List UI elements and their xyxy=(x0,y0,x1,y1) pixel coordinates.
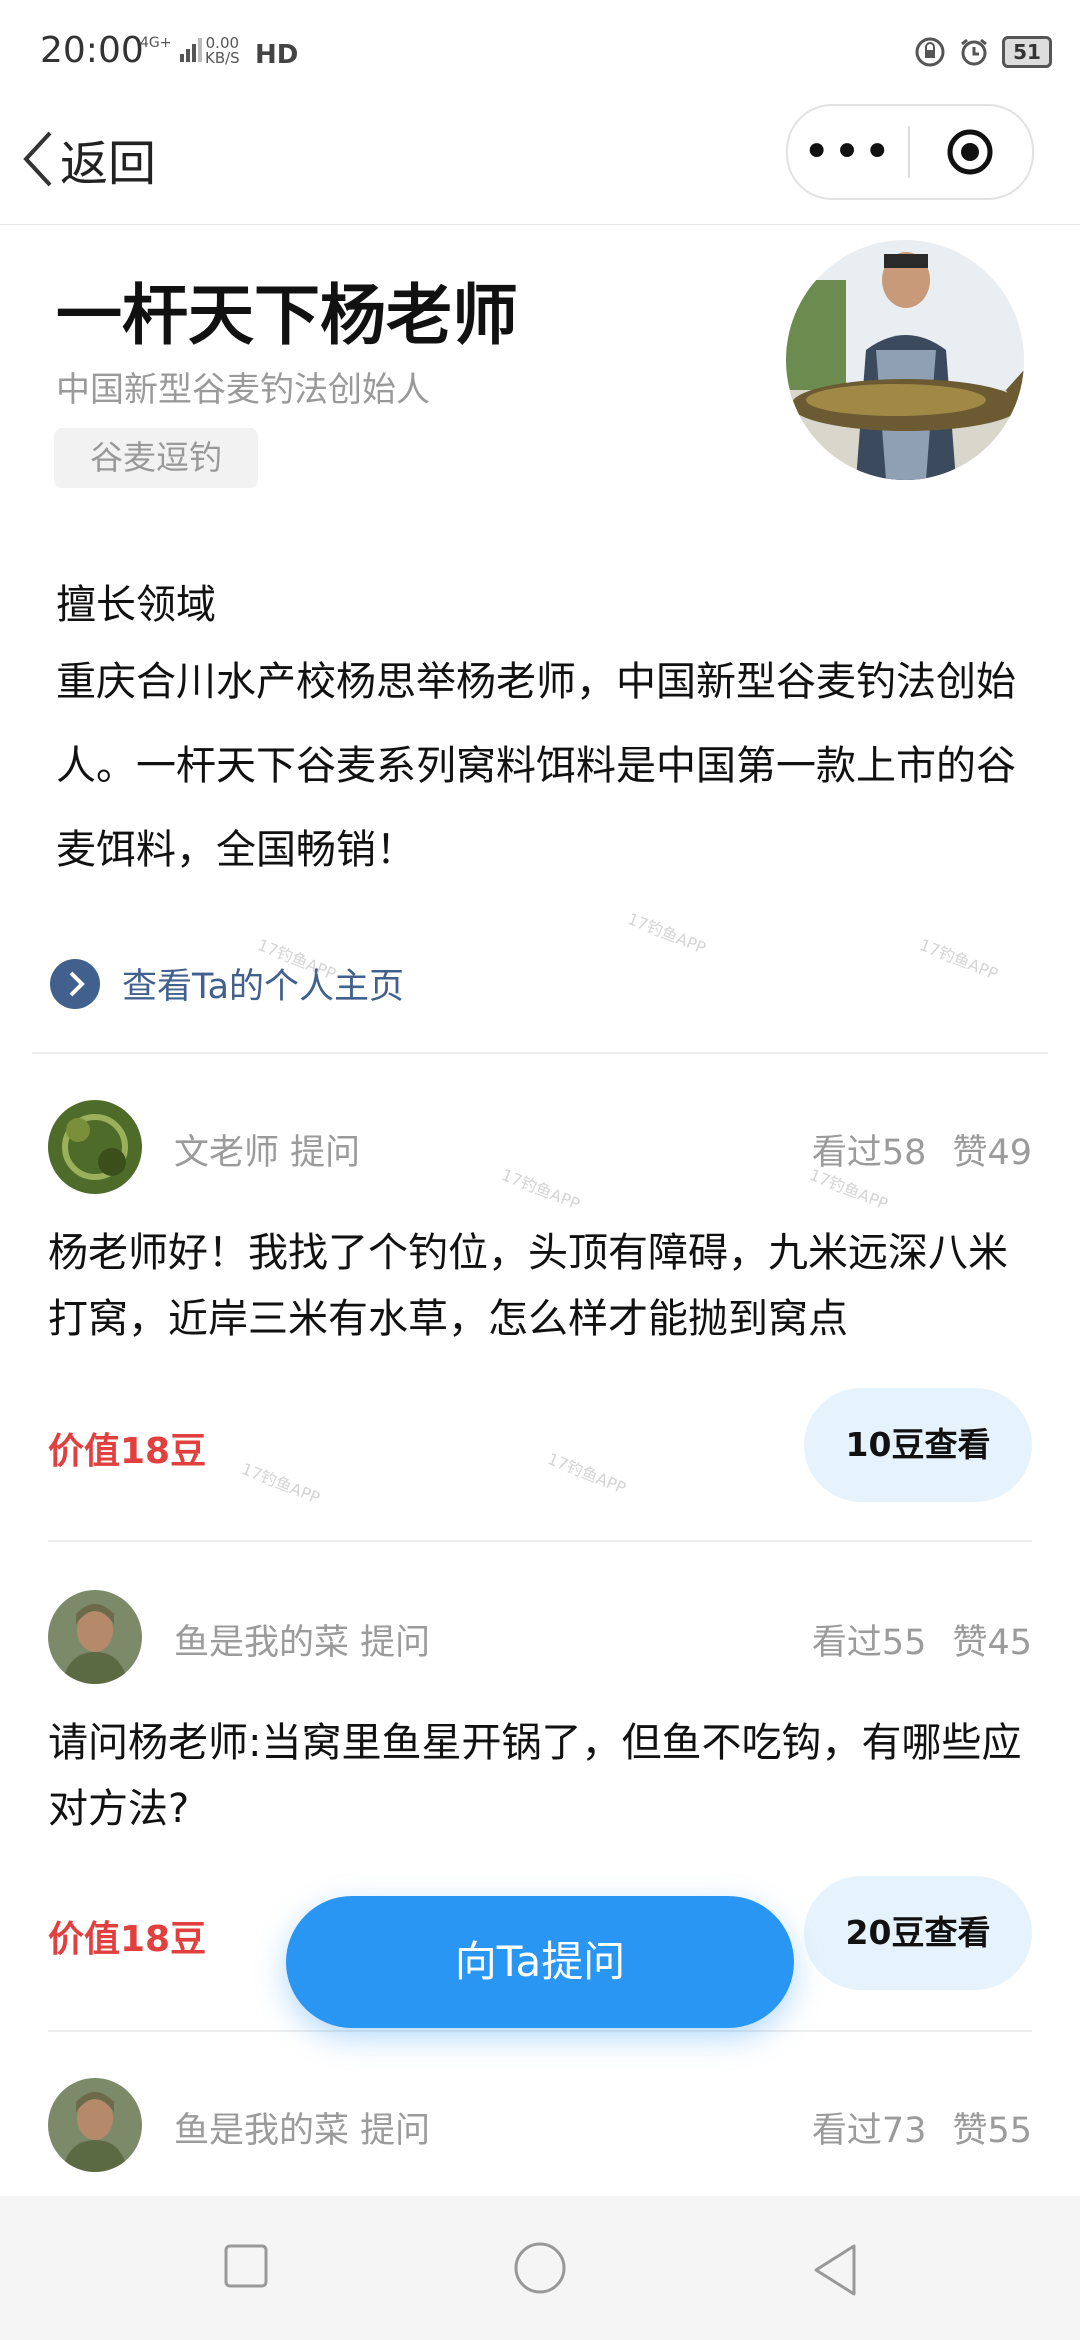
divider xyxy=(48,1540,1032,1542)
chevron-right-circle-icon xyxy=(50,958,100,1009)
lock-rotation-icon xyxy=(915,37,945,67)
signal-icon xyxy=(180,38,202,62)
alarm-icon xyxy=(961,38,987,66)
expertise-text: 重庆合川水产校杨思举杨老师，中国新型谷麦钓法创始人。一杆天下谷麦系列窝料饵料是中… xyxy=(56,659,1016,873)
back-button[interactable]: 返回 xyxy=(20,124,156,194)
asker-label: 鱼是我的菜 提问 xyxy=(174,2111,431,2151)
network-type: 4G+ xyxy=(140,35,172,51)
avatar[interactable] xyxy=(48,1100,142,1194)
expert-subtitle: 中国新型谷麦钓法创始人 xyxy=(56,370,430,410)
views-count: 看过73 xyxy=(811,2111,927,2151)
view-answer-button[interactable]: 10豆查看 xyxy=(804,1388,1032,1502)
question-text: 杨老师好！我找了个钓位，头顶有障碍，九米远深八米打窝，近岸三米有水草，怎么样才能… xyxy=(48,1230,1008,1342)
asker-label: 鱼是我的菜 提问 xyxy=(174,1623,431,1663)
expert-tag: 谷麦逗钓 xyxy=(54,428,258,488)
question-value: 价值18豆 xyxy=(48,1431,207,1472)
status-time: 20:00 xyxy=(40,30,144,71)
homepage-link[interactable]: 查看Ta的个人主页 xyxy=(50,958,404,1009)
network-speed: 0.00 KB/S xyxy=(205,36,240,66)
view-answer-button[interactable]: 20豆查看 xyxy=(804,1876,1032,1990)
expertise-heading: 擅长领域 xyxy=(56,582,216,628)
speed-unit: KB/S xyxy=(205,49,240,67)
asker-label: 文老师 提问 xyxy=(174,1133,361,1173)
views-count: 看过55 xyxy=(811,1623,927,1663)
question-value: 价值18豆 xyxy=(48,1919,207,1960)
more-dots-icon[interactable]: ••• xyxy=(788,122,908,182)
question-stats: 看过55 赞45 xyxy=(786,1614,1032,1665)
expert-name: 一杆天下杨老师 xyxy=(56,277,518,354)
divider xyxy=(48,2030,1032,2032)
watermark: 17钓鱼APP xyxy=(624,909,709,958)
nav-bar: 返回 ••• xyxy=(0,104,1080,225)
home-icon[interactable] xyxy=(512,2242,568,2298)
hd-indicator: HD xyxy=(255,40,299,70)
question-card[interactable]: 鱼是我的菜 提问 看过73 赞55 xyxy=(48,2078,1032,2188)
system-nav-bar xyxy=(0,2196,1080,2340)
back-nav-icon[interactable] xyxy=(810,2242,858,2298)
chevron-left-icon xyxy=(23,131,52,187)
status-bar: 20:00 4G+ 0.00 KB/S HD 51 xyxy=(0,0,1080,104)
avatar[interactable] xyxy=(48,1590,142,1684)
target-icon[interactable] xyxy=(910,128,1030,176)
question-text: 请问杨老师:当窝里鱼星开锅了，但鱼不吃钩，有哪些应对方法? xyxy=(48,1720,1022,1832)
ask-question-button[interactable]: 向Ta提问 xyxy=(286,1896,794,2028)
watermark: 17钓鱼APP xyxy=(916,935,1001,984)
question-card[interactable]: 文老师 提问 看过58 赞49 杨老师好！我找了个钓位，头顶有障碍，九米远深八米打… xyxy=(48,1100,1032,1540)
likes-count: 赞49 xyxy=(952,1133,1032,1173)
likes-count: 赞45 xyxy=(952,1623,1032,1663)
battery-indicator: 51 xyxy=(1002,36,1052,68)
expert-photo xyxy=(786,240,1024,480)
divider xyxy=(32,1052,1048,1054)
mini-program-capsule: ••• xyxy=(786,104,1034,200)
question-stats: 看过73 赞55 xyxy=(786,2102,1032,2153)
homepage-link-label: 查看Ta的个人主页 xyxy=(122,967,405,1007)
recent-apps-icon[interactable] xyxy=(222,2242,270,2290)
likes-count: 赞55 xyxy=(952,2111,1032,2151)
avatar[interactable] xyxy=(48,2078,142,2172)
back-label: 返回 xyxy=(60,136,157,192)
